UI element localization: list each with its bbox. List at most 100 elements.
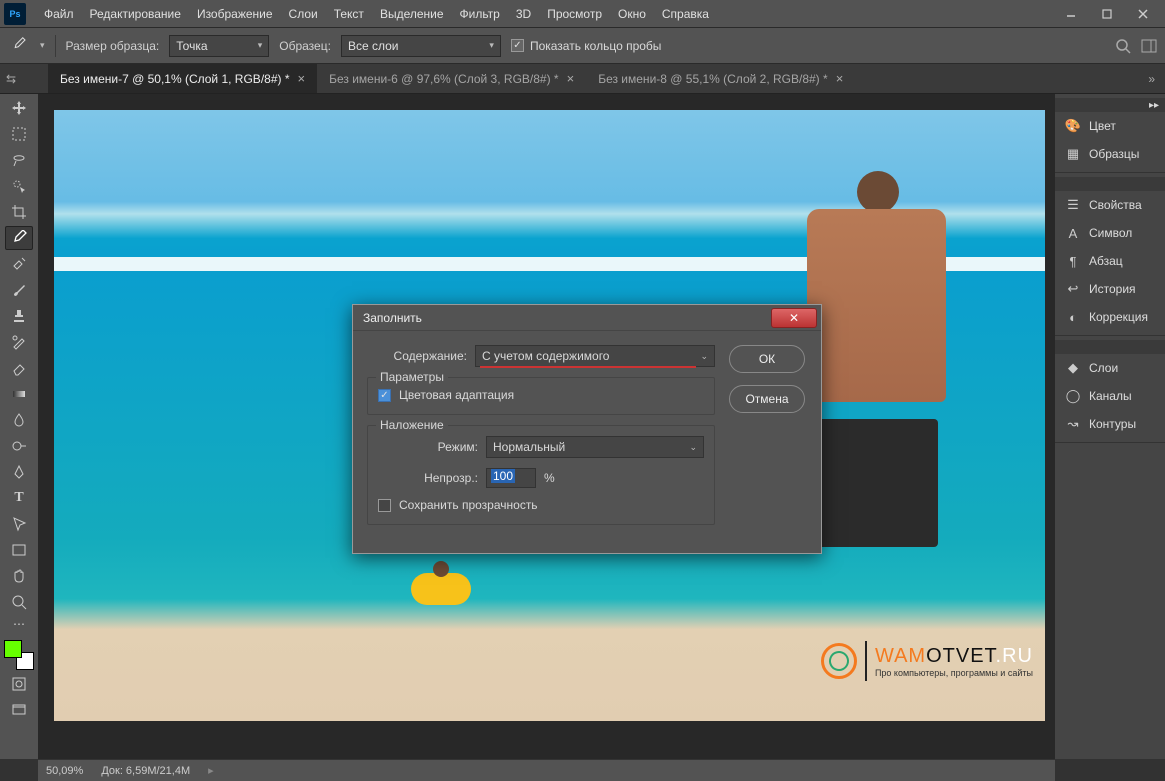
layers-icon: ◆ <box>1065 360 1081 376</box>
quick-mask-toggle[interactable] <box>5 672 33 696</box>
color-swatches[interactable] <box>4 640 34 670</box>
menu-редактирование[interactable]: Редактирование <box>82 0 189 28</box>
crop-tool[interactable] <box>5 200 33 224</box>
fill-dialog: Заполнить ✕ Содержание: С учетом содержи… <box>352 304 822 554</box>
channels-icon: ◯ <box>1065 388 1081 404</box>
path-select-tool[interactable] <box>5 512 33 536</box>
app-logo: Ps <box>4 3 26 25</box>
menu-окно[interactable]: Окно <box>610 0 654 28</box>
zoom-tool[interactable] <box>5 590 33 614</box>
menu-изображение[interactable]: Изображение <box>189 0 281 28</box>
sample-size-select[interactable]: Точка▾ <box>169 35 269 57</box>
history-icon: ↩ <box>1065 281 1081 297</box>
dialog-close-button[interactable]: ✕ <box>771 308 817 328</box>
marquee-tool[interactable] <box>5 122 33 146</box>
menu-выделение[interactable]: Выделение <box>372 0 452 28</box>
sample-from-select[interactable]: Все слои▾ <box>341 35 501 57</box>
tab-close-icon[interactable]: × <box>836 71 844 86</box>
eraser-tool[interactable] <box>5 356 33 380</box>
swimmer-shape <box>411 573 471 605</box>
opacity-input[interactable]: 100 <box>486 468 536 488</box>
document-tab[interactable]: Без имени-8 @ 55,1% (Слой 2, RGB/8#) *× <box>586 64 855 93</box>
toolbar-more[interactable]: ⋯ <box>5 616 33 632</box>
palette-icon: 🎨 <box>1065 118 1081 134</box>
watermark: WAMOTVET.RU Про компьютеры, программы и … <box>821 641 1033 681</box>
menu-3d[interactable]: 3D <box>508 0 539 28</box>
brush-tool[interactable] <box>5 278 33 302</box>
panel-абзац[interactable]: ¶Абзац <box>1055 247 1165 275</box>
dialog-title: Заполнить <box>363 311 422 325</box>
ok-button[interactable]: ОК <box>729 345 805 373</box>
status-menu-chevron[interactable]: ▸ <box>208 764 214 777</box>
panel-история[interactable]: ↩История <box>1055 275 1165 303</box>
content-select[interactable]: С учетом содержимого⌄ <box>475 345 715 367</box>
tab-close-icon[interactable]: × <box>298 71 306 86</box>
sliders-icon: ☰ <box>1065 197 1081 213</box>
color-adaptation-check[interactable]: ✓ Цветовая адаптация <box>378 388 704 402</box>
quick-select-tool[interactable] <box>5 174 33 198</box>
type-tool[interactable]: T <box>5 486 33 510</box>
screen-mode-toggle[interactable] <box>5 698 33 722</box>
mode-select[interactable]: Нормальный⌄ <box>486 436 704 458</box>
tabs-overflow-icon[interactable]: » <box>1148 64 1165 93</box>
panel-коррекция[interactable]: ◐Коррекция <box>1055 303 1165 331</box>
content-label: Содержание: <box>367 349 467 363</box>
doc-size[interactable]: Док: 6,59M/21,4M <box>101 765 190 777</box>
document-tab[interactable]: Без имени-7 @ 50,1% (Слой 1, RGB/8#) *× <box>48 64 317 93</box>
healing-tool[interactable] <box>5 252 33 276</box>
zoom-level[interactable]: 50,09% <box>46 765 83 777</box>
history-brush-tool[interactable] <box>5 330 33 354</box>
menu-просмотр[interactable]: Просмотр <box>539 0 610 28</box>
cancel-button[interactable]: Отмена <box>729 385 805 413</box>
rectangle-tool[interactable] <box>5 538 33 562</box>
options-bar: ▾ Размер образца: Точка▾ Образец: Все сл… <box>0 28 1165 64</box>
workspace-switcher-icon[interactable] <box>1141 38 1157 54</box>
opacity-label: Непрозр.: <box>378 471 478 485</box>
panel-цвет[interactable]: 🎨Цвет <box>1055 112 1165 140</box>
pen-tool[interactable] <box>5 460 33 484</box>
panel-collapse-icon[interactable]: ▸▸ <box>1149 100 1159 111</box>
menu-фильтр[interactable]: Фильтр <box>452 0 508 28</box>
gradient-tool[interactable] <box>5 382 33 406</box>
blend-fieldset: Наложение Режим: Нормальный⌄ Непрозр.: 1… <box>367 425 715 525</box>
preserve-transparency-check[interactable]: Сохранить прозрачность <box>378 498 704 512</box>
hand-tool[interactable] <box>5 564 33 588</box>
search-icon[interactable] <box>1115 38 1131 54</box>
panel-dock: ▸▸🎨Цвет▦Образцы ☰СвойстваAСимвол¶Абзац↩И… <box>1055 94 1165 759</box>
tool-preset-chevron[interactable]: ▾ <box>40 40 45 51</box>
menu-файл[interactable]: Файл <box>36 0 82 28</box>
mode-label: Режим: <box>378 440 478 454</box>
eyedropper-tool[interactable] <box>5 226 33 250</box>
paths-icon: ↝ <box>1065 416 1081 432</box>
panel-слои[interactable]: ◆Слои <box>1055 354 1165 382</box>
tabs-handle-icon[interactable]: ⇆ <box>6 72 16 86</box>
A-icon: A <box>1065 225 1081 241</box>
status-bar: 50,09% Док: 6,59M/21,4M ▸ <box>38 759 1055 781</box>
panel-символ[interactable]: AСимвол <box>1055 219 1165 247</box>
minimize-button[interactable] <box>1053 1 1089 27</box>
menu-bar: Ps ФайлРедактированиеИзображениеСлоиТекс… <box>0 0 1165 28</box>
stamp-tool[interactable] <box>5 304 33 328</box>
panel-свойства[interactable]: ☰Свойства <box>1055 191 1165 219</box>
eyedropper-tool-icon[interactable] <box>8 35 30 57</box>
show-sampling-ring-check[interactable]: ✓Показать кольцо пробы <box>511 39 661 53</box>
dodge-tool[interactable] <box>5 434 33 458</box>
panel-контуры[interactable]: ↝Контуры <box>1055 410 1165 438</box>
sample-from-label: Образец: <box>279 39 331 53</box>
tab-close-icon[interactable]: × <box>567 71 575 86</box>
blur-tool[interactable] <box>5 408 33 432</box>
panel-каналы[interactable]: ◯Каналы <box>1055 382 1165 410</box>
lasso-tool[interactable] <box>5 148 33 172</box>
menu-текст[interactable]: Текст <box>326 0 372 28</box>
menu-справка[interactable]: Справка <box>654 0 717 28</box>
maximize-button[interactable] <box>1089 1 1125 27</box>
adjust-icon: ◐ <box>1065 309 1081 325</box>
document-tab[interactable]: Без имени-6 @ 97,6% (Слой 3, RGB/8#) *× <box>317 64 586 93</box>
close-button[interactable] <box>1125 1 1161 27</box>
foreground-color[interactable] <box>4 640 22 658</box>
panel-образцы[interactable]: ▦Образцы <box>1055 140 1165 168</box>
para-icon: ¶ <box>1065 253 1081 269</box>
dialog-titlebar[interactable]: Заполнить ✕ <box>353 305 821 331</box>
move-tool[interactable] <box>5 96 33 120</box>
menu-слои[interactable]: Слои <box>281 0 326 28</box>
